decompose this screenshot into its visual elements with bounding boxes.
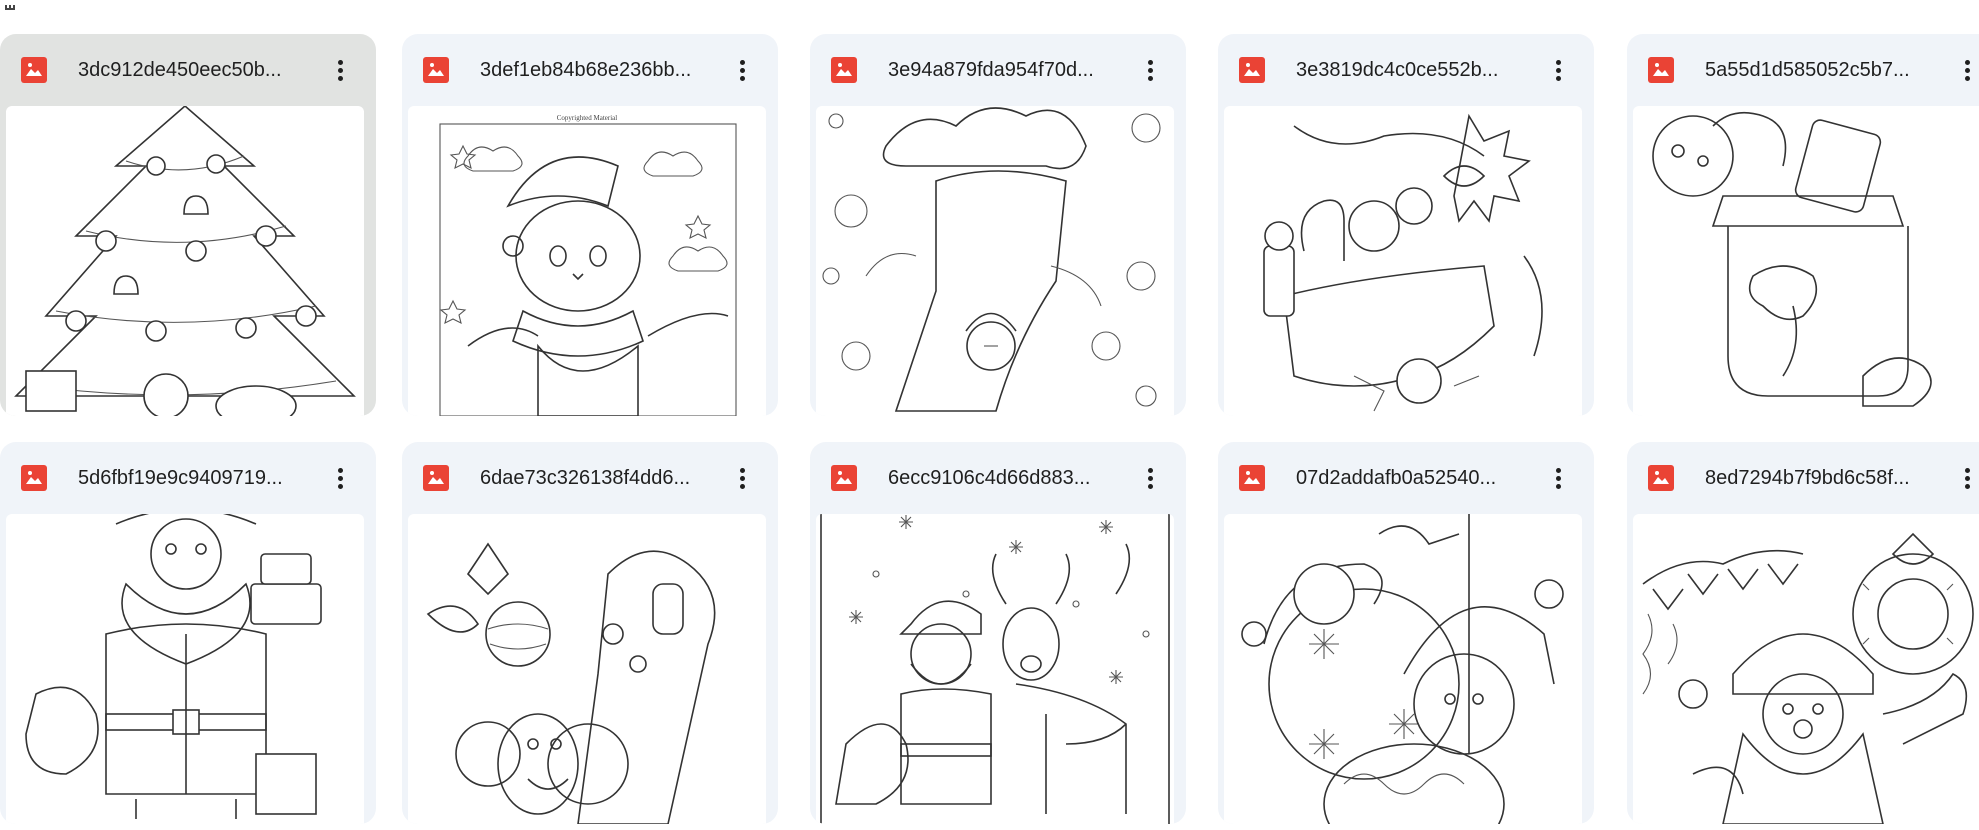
file-name: 5d6fbf19e9c9409719... (78, 467, 283, 489)
file-card[interactable]: 3e3819dc4c0ce552b... (1218, 34, 1594, 416)
stocking-with-candy-drawing (1652, 111, 1932, 407)
more-actions-button[interactable] (1947, 50, 1979, 90)
file-card[interactable]: 6ecc9106c4d66d883... (810, 442, 1186, 824)
file-name: 6dae73c326138f4dd6... (480, 467, 691, 489)
more-vert-icon (1147, 466, 1153, 490)
file-name: 3def1eb84b68e236bb... (480, 59, 692, 81)
file-card-header: 07d2addafb0a52540... (1218, 442, 1594, 514)
stocking-with-toys-drawing (1263, 113, 1543, 412)
more-vert-icon (1555, 466, 1561, 490)
more-actions-button[interactable] (320, 458, 360, 498)
file-card[interactable]: 5a55d1d585052c5b7... (1627, 34, 1979, 416)
file-card[interactable]: 3e94a879fda954f70d... (810, 34, 1186, 416)
file-name: 5a55d1d585052c5b7... (1705, 59, 1910, 81)
file-card[interactable]: 3dc912de450eec50b... (0, 34, 376, 416)
file-card[interactable]: 07d2addafb0a52540... (1218, 442, 1594, 824)
christmas-tree-drawing (14, 106, 356, 416)
image-file-icon (423, 57, 449, 83)
more-vert-icon (1964, 58, 1970, 82)
santa-and-reindeer-drawing (820, 514, 1170, 824)
file-name: 8ed7294b7f9bd6c58f... (1705, 467, 1910, 489)
more-vert-icon (739, 58, 745, 82)
more-actions-button[interactable] (722, 458, 762, 498)
file-card-header: 3dc912de450eec50b... (0, 34, 376, 106)
more-actions-button[interactable] (1947, 458, 1979, 498)
file-thumbnail[interactable] (1633, 514, 1979, 824)
image-file-icon (1239, 57, 1265, 83)
file-name: 6ecc9106c4d66d883... (888, 467, 1091, 489)
file-name: 07d2addafb0a52540... (1296, 467, 1497, 489)
file-name: 3dc912de450eec50b... (78, 59, 282, 81)
more-vert-icon (337, 466, 343, 490)
image-file-icon (831, 57, 857, 83)
more-vert-icon (1964, 466, 1970, 490)
file-card[interactable]: 3def1eb84b68e236bb... Copyrighted Materi… (402, 34, 778, 416)
mouse-with-bag-drawing (426, 542, 716, 824)
image-file-icon (1648, 57, 1674, 83)
more-actions-button[interactable] (1130, 458, 1170, 498)
more-actions-button[interactable] (1538, 458, 1578, 498)
file-thumbnail[interactable] (816, 514, 1174, 824)
thumbnail-caption: Copyrighted Material (557, 114, 618, 122)
santa-with-gifts-drawing (25, 514, 322, 819)
file-card-header: 3e94a879fda954f70d... (810, 34, 1186, 106)
file-card-header: 5d6fbf19e9c9409719... (0, 442, 376, 514)
file-card[interactable]: 6dae73c326138f4dd6... (402, 442, 778, 824)
file-thumbnail[interactable] (1633, 106, 1979, 416)
file-grid: 3dc912de450eec50b... 3def1eb84b68e236bb.… (0, 34, 1979, 830)
image-file-icon (831, 465, 857, 491)
more-vert-icon (1147, 58, 1153, 82)
more-vert-icon (337, 58, 343, 82)
santa-with-wreath-drawing (1642, 532, 1974, 824)
file-card-header: 6dae73c326138f4dd6... (402, 442, 778, 514)
image-file-icon (1239, 465, 1265, 491)
more-actions-button[interactable] (1130, 50, 1170, 90)
christmas-stocking-drawing (822, 107, 1161, 412)
more-actions-button[interactable] (320, 50, 360, 90)
more-actions-button[interactable] (722, 50, 762, 90)
file-thumbnail[interactable] (408, 514, 766, 824)
toolbar-edge (0, 0, 30, 10)
file-thumbnail[interactable] (816, 106, 1174, 416)
file-thumbnail[interactable] (1224, 514, 1582, 824)
file-card-header: 3def1eb84b68e236bb... (402, 34, 778, 106)
file-thumbnail[interactable] (6, 514, 364, 824)
file-card[interactable]: 8ed7294b7f9bd6c58f... (1627, 442, 1979, 824)
teddy-bears-ornaments-drawing (1241, 514, 1564, 824)
image-file-icon (21, 57, 47, 83)
image-file-icon (423, 465, 449, 491)
file-thumbnail[interactable] (1224, 106, 1582, 416)
more-vert-icon (739, 466, 745, 490)
image-file-icon (1648, 465, 1674, 491)
file-card-header: 3e3819dc4c0ce552b... (1218, 34, 1594, 106)
file-thumbnail[interactable]: Copyrighted Material (408, 106, 766, 416)
file-card-header: 5a55d1d585052c5b7... (1627, 34, 1979, 106)
image-file-icon (21, 465, 47, 491)
more-vert-icon (1555, 58, 1561, 82)
more-actions-button[interactable] (1538, 50, 1578, 90)
file-card[interactable]: 5d6fbf19e9c9409719... (0, 442, 376, 824)
file-card-header: 8ed7294b7f9bd6c58f... (1627, 442, 1979, 514)
file-thumbnail[interactable] (6, 106, 364, 416)
file-name: 3e3819dc4c0ce552b... (1296, 59, 1499, 81)
kitten-santa-hat-drawing: Copyrighted Material (439, 114, 737, 416)
file-name: 3e94a879fda954f70d... (888, 59, 1094, 81)
file-card-header: 6ecc9106c4d66d883... (810, 442, 1186, 514)
